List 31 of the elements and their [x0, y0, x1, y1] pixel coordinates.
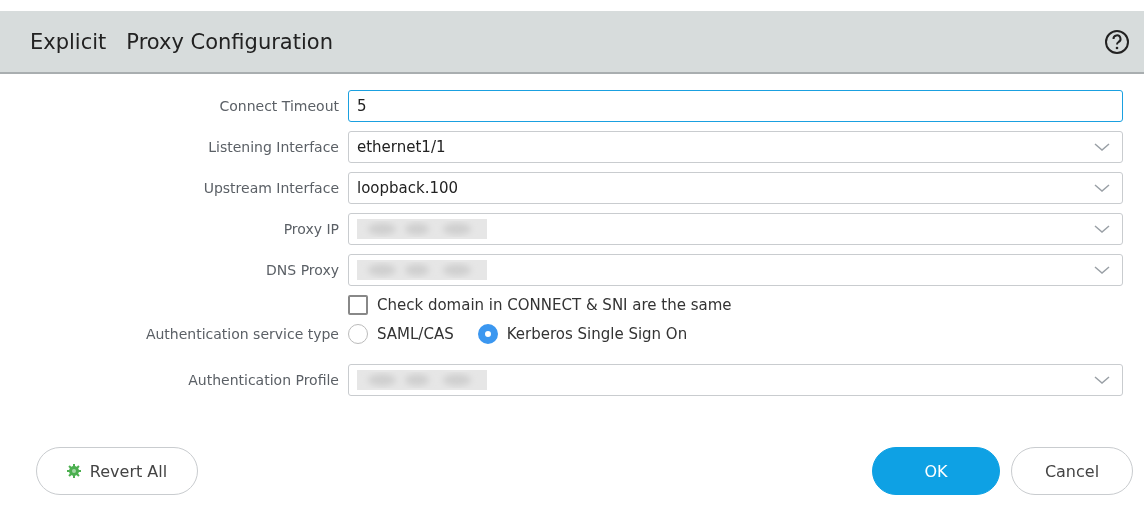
dropdown-field[interactable] [348, 213, 1123, 245]
field-label: DNS Proxy [265, 262, 340, 278]
field-label: Authentication service type [144, 326, 340, 342]
gear-icon [66, 464, 81, 478]
checkbox-label: Check domain in CONNECT & SNI are the same [377, 296, 732, 314]
input-field[interactable]: 5 [348, 90, 1123, 122]
blurred-value-icon [357, 260, 487, 280]
revert-all-button[interactable]: Revert All [36, 447, 198, 495]
chevron-down-icon[interactable] [1094, 224, 1110, 234]
blurred-value-icon [357, 219, 487, 239]
field-label: Authentication Profile [187, 372, 340, 388]
field-label: Proxy IP [282, 221, 340, 237]
radio-label: SAML/CAS [377, 325, 454, 343]
field-label: Upstream Interface [202, 180, 340, 196]
chevron-down-icon[interactable] [1094, 265, 1110, 275]
dropdown-field[interactable] [348, 364, 1123, 396]
radio-label: Kerberos Single Sign On [506, 325, 688, 343]
radio-button[interactable] [477, 324, 498, 344]
help-icon[interactable] [1104, 28, 1130, 55]
chevron-down-icon[interactable] [1094, 142, 1110, 152]
checkbox[interactable] [348, 295, 368, 315]
blurred-value-icon [357, 370, 487, 390]
dropdown-field[interactable]: ethernet1/1 [348, 131, 1123, 163]
cancel-button[interactable]: Cancel [1011, 447, 1133, 495]
dropdown-field[interactable]: loopback.100 [348, 172, 1123, 204]
field-label: Connect Timeout [218, 98, 340, 114]
dropdown-field[interactable] [348, 254, 1123, 286]
chevron-down-icon[interactable] [1094, 183, 1110, 193]
dialog-title: Explicit Proxy Configuration [30, 29, 333, 54]
field-label: Listening Interface [207, 139, 340, 155]
chevron-down-icon[interactable] [1094, 375, 1110, 385]
